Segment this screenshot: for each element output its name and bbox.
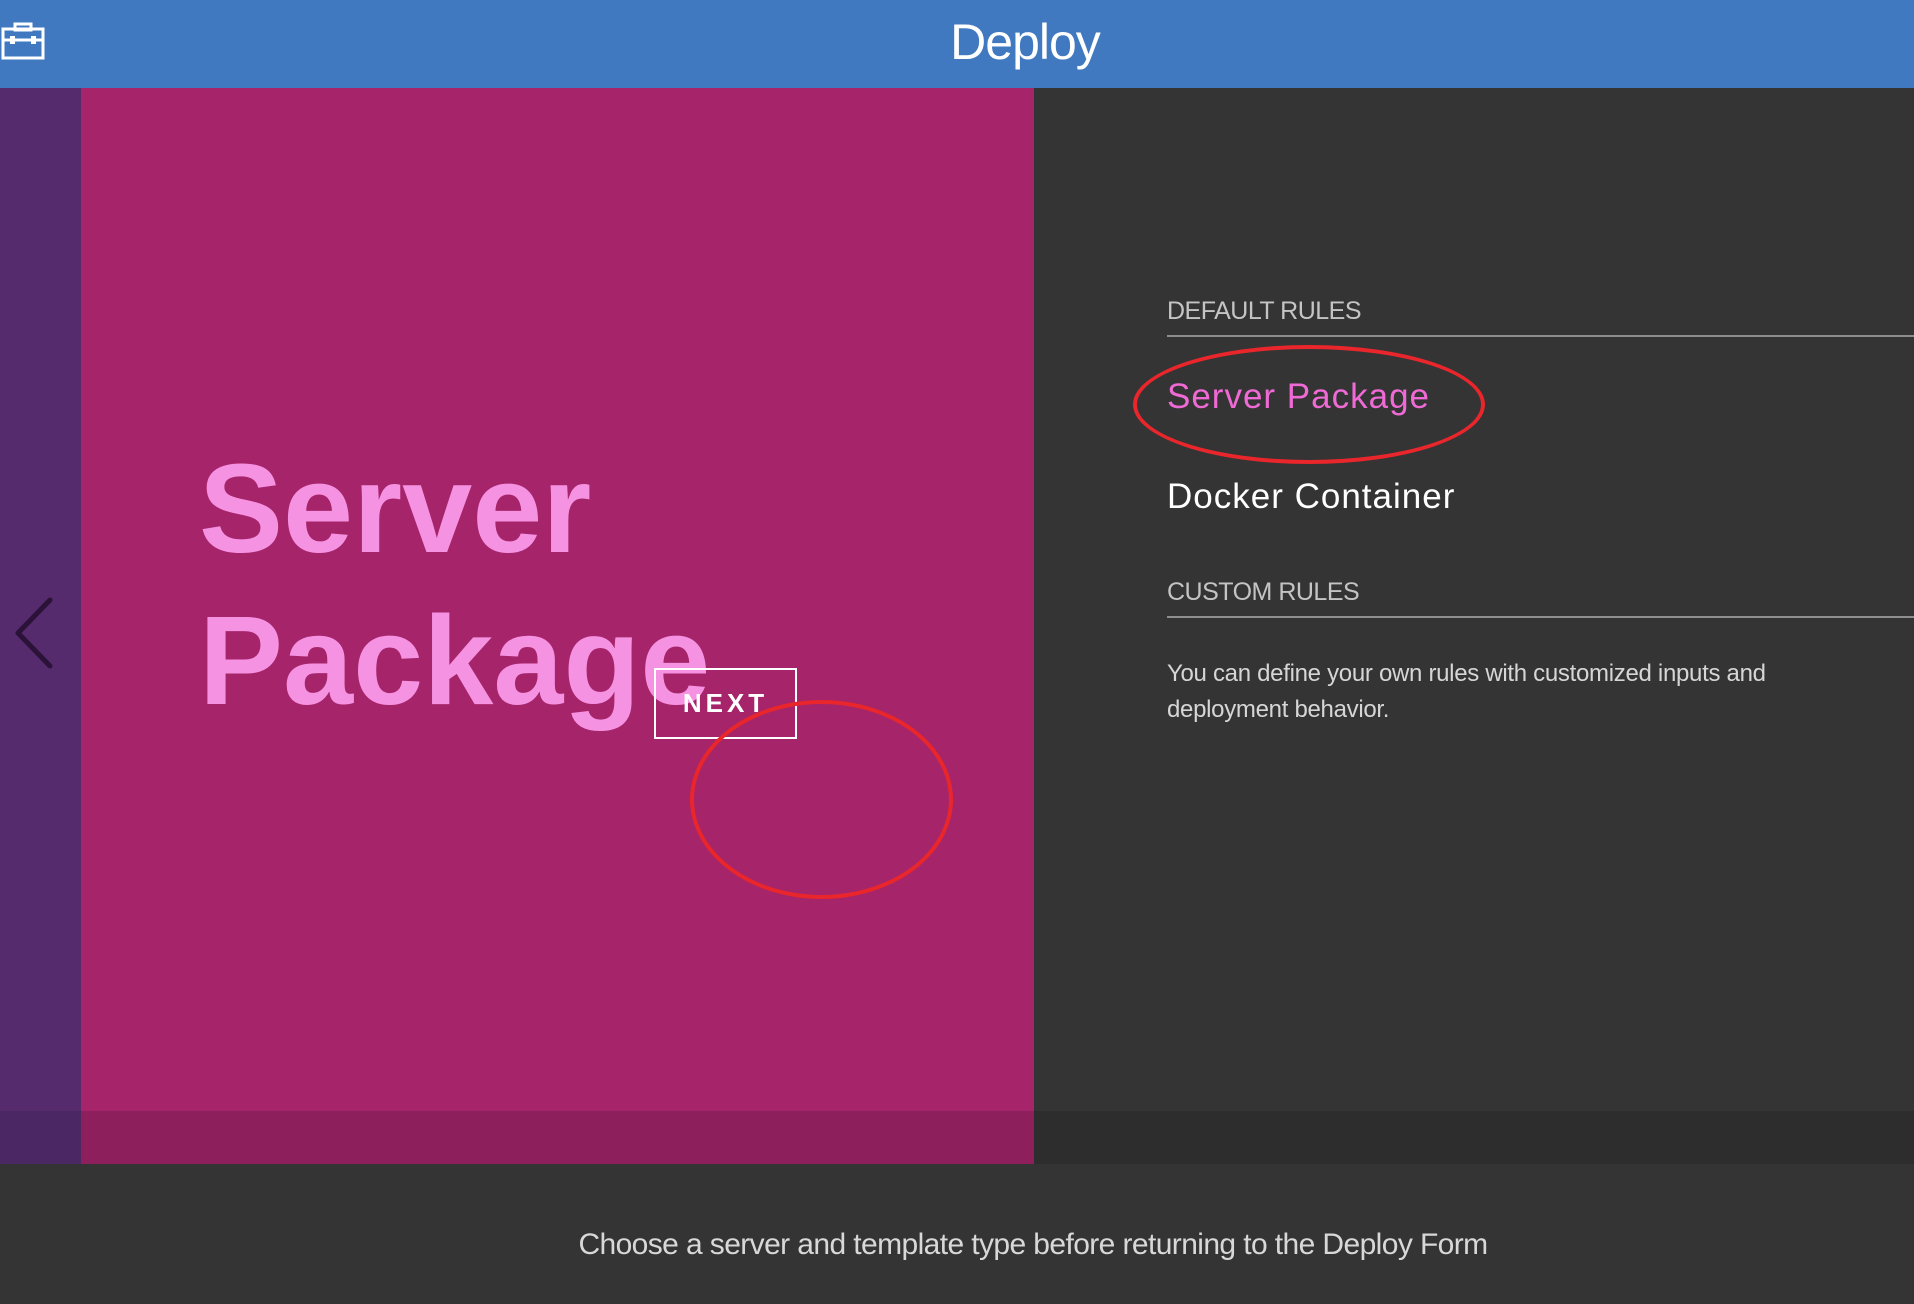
rules-bottom-band [1034, 1111, 1914, 1164]
hero-bottom-band [81, 1111, 1034, 1164]
footer-instruction: Choose a server and template type before… [578, 1228, 1488, 1261]
page-title: Deploy [950, 14, 1101, 70]
hero-title: Server Package [199, 433, 710, 737]
custom-rules-description: You can define your own rules with custo… [1167, 660, 1766, 723]
app-header: Deploy [0, 0, 1914, 88]
deploy-wizard-page: Deploy Server Package NEXT DEFAULT RULES… [0, 0, 1914, 1304]
rule-item-server-package[interactable]: Server Package [1167, 377, 1430, 417]
hero-title-line-2: Package [199, 590, 711, 731]
selected-rule-hero: Server Package [81, 88, 1034, 1164]
chevron-left-icon[interactable] [12, 596, 56, 670]
custom-rules-header: CUSTOM RULES [1167, 578, 1914, 618]
default-rules-header: DEFAULT RULES [1167, 297, 1914, 337]
next-button[interactable]: NEXT [654, 668, 797, 739]
hero-title-line-1: Server [199, 438, 592, 579]
rule-item-docker-container[interactable]: Docker Container [1167, 477, 1455, 517]
strip-bottom-band [0, 1111, 81, 1164]
